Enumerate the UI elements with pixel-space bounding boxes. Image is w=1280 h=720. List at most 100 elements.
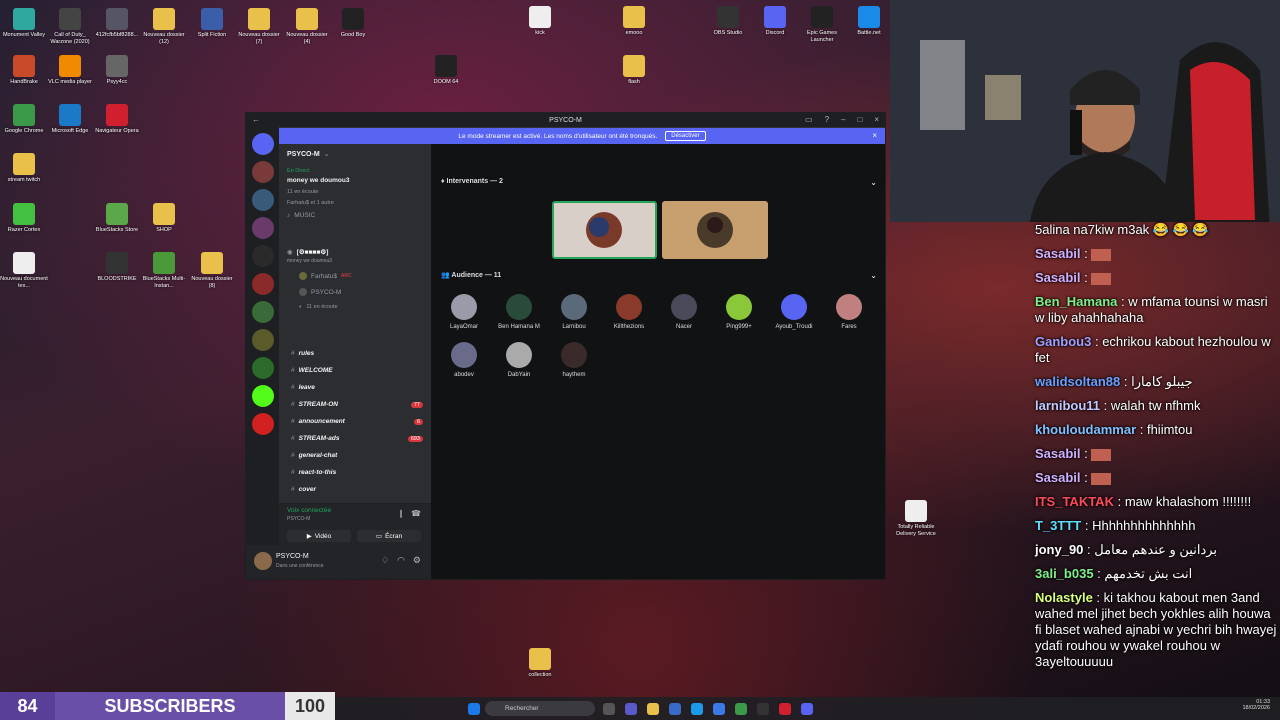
microphone-icon[interactable]: ♢ (381, 555, 389, 566)
chat-username[interactable]: ITS_TAKTAK (1035, 494, 1114, 509)
avatar[interactable] (254, 552, 272, 570)
audience-header[interactable]: 👥 Audience — 11 (441, 271, 501, 279)
desktop-icon[interactable]: kick (516, 6, 564, 37)
speaker-tile[interactable] (662, 201, 768, 259)
desktop-icon[interactable]: Google Chrome (0, 104, 48, 135)
server-icon[interactable] (251, 385, 274, 407)
server-icon[interactable] (251, 161, 274, 183)
desktop-icon[interactable]: VLC media player (46, 55, 94, 86)
desktop-icon[interactable]: DOOM 64 (422, 55, 470, 86)
chat-username[interactable]: Nolastyle (1035, 590, 1093, 605)
mail-icon[interactable] (713, 702, 725, 715)
windows-start-icon[interactable] (468, 702, 480, 715)
channel-item[interactable]: # STREAM-ON 77 (291, 401, 423, 408)
channel-item[interactable]: # announcement 6 (291, 418, 423, 425)
voice-member[interactable]: Farhatu$ ARC (299, 272, 352, 280)
desktop-icon[interactable]: Nouveau dossier (4) (283, 8, 331, 45)
speaker-tile[interactable] (552, 201, 657, 259)
desktop-icon[interactable]: collection (516, 648, 564, 679)
discord-icon[interactable] (801, 702, 813, 715)
desktop-icon[interactable]: HandBrake (0, 55, 48, 86)
audience-member[interactable]: haythem (549, 342, 599, 378)
desktop-icon[interactable]: Good Boy (329, 8, 377, 39)
desktop-icon[interactable]: stream twitch (0, 153, 48, 184)
audience-member[interactable]: Ping999+ (714, 294, 764, 330)
desktop-icon[interactable]: OBS Studio (704, 6, 752, 37)
music-channel[interactable]: ♪ MUSIC (287, 212, 315, 219)
disconnect-icon[interactable]: ☎ (411, 509, 421, 518)
server-icon[interactable] (251, 273, 274, 295)
screen-share-button[interactable]: ▭ Écran (357, 530, 421, 542)
headphone-icon[interactable]: ◠ (397, 555, 405, 566)
chat-username[interactable]: Sasabil (1035, 246, 1081, 261)
desktop-icon[interactable]: emooo (610, 6, 658, 37)
chat-username[interactable]: Ben_Hamana (1035, 294, 1117, 309)
audience-member[interactable]: DabYain (494, 342, 544, 378)
opera-icon[interactable] (779, 702, 791, 715)
teams-icon[interactable] (625, 702, 637, 715)
channel-item[interactable]: # leave (291, 384, 315, 391)
desktop-icon[interactable]: Split Fiction (188, 8, 236, 39)
desktop-icon[interactable]: Totally Reliable Delivery Service (892, 500, 940, 537)
desktop-icon[interactable]: Call of Duty_ Warzone (2020) (46, 8, 94, 45)
audience-member[interactable]: LayaOmar (439, 294, 489, 330)
task-view-icon[interactable] (603, 702, 615, 715)
server-icon[interactable] (251, 245, 274, 267)
search-box[interactable]: Rechercher (485, 701, 595, 716)
channel-item[interactable]: # WELCOME (291, 367, 333, 374)
desktop-icon[interactable]: Battle.net (845, 6, 893, 37)
speakers-header[interactable]: ♦ Intervenants — 2 (441, 178, 503, 185)
close-icon[interactable]: × (872, 131, 877, 140)
chevron-down-icon[interactable]: ⌄ (870, 271, 877, 280)
back-icon[interactable]: ← (252, 115, 260, 124)
desktop-icon[interactable]: Nouveau dossier (7) (235, 8, 283, 45)
desktop-icon[interactable]: SHOP (140, 203, 188, 234)
chat-username[interactable]: Sasabil (1035, 270, 1081, 285)
obs-icon[interactable] (757, 702, 769, 715)
minimize-icon[interactable]: – (841, 115, 845, 124)
channel-item[interactable]: # cover (291, 486, 316, 493)
desktop-icon[interactable]: Discord (751, 6, 799, 37)
desktop-icon[interactable]: BlueStacks Multi-Instan... (140, 252, 188, 289)
discord-home-icon[interactable] (251, 133, 274, 155)
server-icon[interactable] (251, 217, 274, 239)
desktop-icon[interactable]: Navigateur Opera (93, 104, 141, 135)
server-icon[interactable] (251, 329, 274, 351)
desktop-icon[interactable]: BLOODSTRIKE (93, 252, 141, 283)
edge-icon[interactable] (691, 702, 703, 715)
audience-member[interactable]: Larnibou (549, 294, 599, 330)
help-icon[interactable]: ? (825, 115, 829, 124)
audience-member[interactable]: Ayoub_Troudi (769, 294, 819, 330)
gear-icon[interactable]: ⚙ (413, 555, 421, 566)
server-icon[interactable] (251, 413, 274, 435)
noise-icon[interactable]: ∥ (399, 509, 403, 518)
voice-channel[interactable]: ◉ [⚙■■■■⚙] (287, 248, 328, 256)
audience-member[interactable]: Ben Hamana M (494, 294, 544, 330)
chat-username[interactable]: 3ali_b035 (1035, 566, 1094, 581)
audience-member[interactable]: Nacer (659, 294, 709, 330)
desktop-icon[interactable]: Monument Valley (0, 8, 48, 39)
discord-window[interactable]: ← PSYCO-M ▭ ? – □ × Le mode streamer est… (245, 112, 886, 580)
desktop-icon[interactable]: BlueStacks Store (93, 203, 141, 234)
desktop-icon[interactable]: Epic Games Launcher (798, 6, 846, 43)
desktop-icon[interactable]: Microsoft Edge (46, 104, 94, 135)
chat-username[interactable]: T_3TTT (1035, 518, 1081, 533)
chat-username[interactable]: Sasabil (1035, 470, 1081, 485)
chat-username[interactable]: khouloudammar (1035, 422, 1136, 437)
desktop-icon[interactable]: Psyy4cc (93, 55, 141, 86)
audience-member[interactable]: Killthezions (604, 294, 654, 330)
audience-member[interactable]: Fares (824, 294, 874, 330)
chat-username[interactable]: Ganbou3 (1035, 334, 1091, 349)
chat-username[interactable]: walidsoltan88 (1035, 374, 1120, 389)
file-explorer-icon[interactable] (647, 702, 659, 715)
chat-username[interactable]: jony_90 (1035, 542, 1083, 557)
close-icon[interactable]: × (874, 115, 879, 124)
voice-member[interactable]: PSYCO-M (299, 288, 341, 296)
maximize-icon[interactable]: □ (857, 115, 862, 124)
video-button[interactable]: ▶ Vidéo (287, 530, 351, 542)
desktop-icon[interactable]: Nouveau document tex... (0, 252, 48, 289)
channel-item[interactable]: # STREAM-ads 693 (291, 435, 423, 442)
server-icon[interactable] (251, 301, 274, 323)
server-icon[interactable] (251, 357, 274, 379)
chat-username[interactable]: Sasabil (1035, 446, 1081, 461)
